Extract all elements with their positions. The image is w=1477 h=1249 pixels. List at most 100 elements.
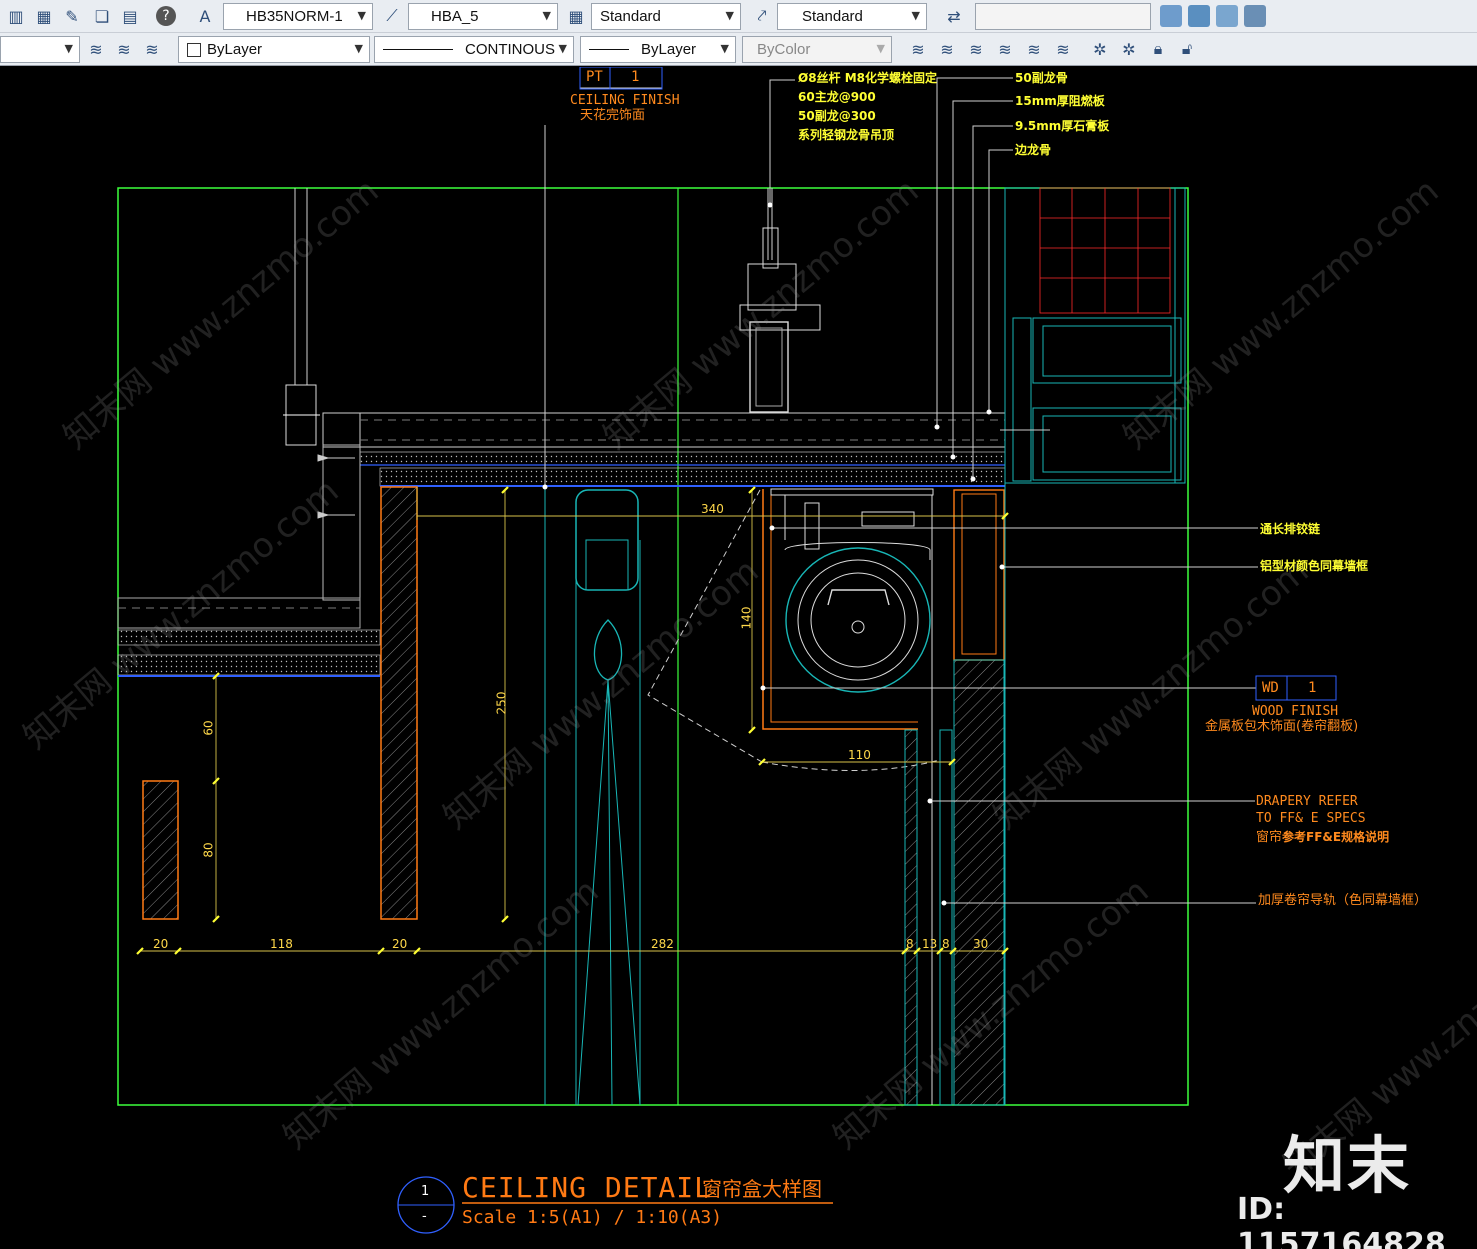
linetype-value: CONTINOUS	[465, 41, 555, 58]
plotstyle-select: ByColor ▼	[742, 36, 892, 63]
layer-lock-icon[interactable]: 🔒︎	[1146, 37, 1170, 61]
dim-13: 13	[922, 937, 938, 951]
pt-tag-en: CEILING FINISH	[570, 93, 680, 108]
dim-340: 340	[701, 502, 724, 516]
note-top-3: 50副龙@300	[798, 109, 876, 123]
lineweight-select[interactable]: ByLayer ▼	[580, 36, 736, 63]
color-swatch-icon	[187, 42, 201, 57]
layer-iso-icon[interactable]: ≋	[140, 37, 164, 61]
layer-tool-icon-2[interactable]: ≋	[935, 37, 959, 61]
linetype-select[interactable]: CONTINOUS ▼	[374, 36, 574, 63]
dim-110: 110	[848, 748, 871, 762]
drapery-line1: DRAPERY REFER	[1256, 794, 1358, 809]
dim-30: 30	[973, 937, 989, 951]
layer-previous-icon[interactable]: ≋	[112, 37, 136, 61]
chevron-down-icon: ▼	[725, 9, 734, 22]
dim-80: 80	[201, 842, 216, 858]
layer-select[interactable]: ▼	[0, 36, 80, 63]
edit-icon[interactable]: ✎	[60, 4, 84, 28]
chevron-down-icon: ▼	[354, 42, 363, 55]
layer-manager-icon[interactable]: ▥	[4, 4, 28, 28]
lineweight-preview-icon	[589, 49, 629, 50]
text-style-select[interactable]: HB35NORM-1 ▼	[223, 3, 373, 30]
wood-pelmet	[380, 486, 418, 920]
drapery-cn-bold: 参考FF&E规格说明	[1282, 830, 1390, 844]
dim-118: 118	[270, 937, 293, 951]
layer-tool-icon-6[interactable]: ≋	[1051, 37, 1075, 61]
title-num: 1	[421, 1184, 430, 1199]
note-right-top-1: 50副龙骨	[1015, 71, 1068, 85]
chevron-down-icon: ▼	[558, 42, 567, 55]
drapery-cn: 窗帘参考FF&E规格说明	[1256, 831, 1389, 844]
note-hinge: 通长排铰链	[1260, 522, 1321, 536]
dim-style-select[interactable]: HBA_5 ▼	[408, 3, 558, 30]
calculator-icon[interactable]: ▤	[118, 4, 142, 28]
properties-toolbar: ▼ ≋ ≋ ≋ ByLayer ▼ CONTINOUS ▼ ByLayer ▼ …	[0, 33, 1477, 66]
dim-250: 250	[494, 691, 509, 715]
layer-freeze-icon[interactable]: ✲	[1117, 37, 1141, 61]
view-icon-1[interactable]	[1160, 5, 1182, 27]
image-id: ID: 1157164828	[1237, 1192, 1446, 1249]
wd-tag-cn: 金属板包木饰面(卷帘翻板)	[1205, 719, 1359, 734]
layer-unlock-icon[interactable]: 🔓︎	[1175, 37, 1199, 61]
title-cn: 窗帘盒大样图	[702, 1177, 822, 1201]
dim-60: 60	[201, 720, 216, 736]
layer-state-icon[interactable]: ≋	[84, 37, 108, 61]
color-select[interactable]: ByLayer ▼	[178, 36, 370, 63]
layer-tool-icon-4[interactable]: ≋	[993, 37, 1017, 61]
layer-tool-icon-1[interactable]: ≋	[906, 37, 930, 61]
pt-tag-code: PT	[586, 69, 603, 85]
wd-tag-en: WOOD FINISH	[1252, 704, 1339, 719]
multileader-style-select[interactable]: Standard ▼	[777, 3, 927, 30]
table-style-select[interactable]: Standard ▼	[591, 3, 741, 30]
dim-282: 282	[651, 937, 674, 951]
title-sheet: -	[422, 1209, 427, 1224]
layer-match-icon[interactable]: ⇄	[942, 4, 966, 28]
chevron-down-icon: ▼	[720, 42, 729, 55]
text-style-icon[interactable]: A	[193, 4, 217, 28]
block-icon[interactable]: ▦	[32, 4, 56, 28]
drapery-cn-pre: 窗帘	[1256, 830, 1283, 845]
chevron-down-icon: ▼	[911, 9, 920, 22]
rail-note: 加厚卷帘导轨（色同幕墙框）	[1258, 893, 1428, 908]
layer-tool-icon-3[interactable]: ≋	[964, 37, 988, 61]
fire-board	[359, 451, 1006, 466]
roller-tube	[785, 547, 931, 693]
layer-off-icon[interactable]: ✲	[1088, 37, 1112, 61]
table-style-icon[interactable]: ▦	[564, 4, 588, 28]
view-icon-2[interactable]	[1188, 5, 1210, 27]
layers-copy-icon[interactable]: ❏	[90, 4, 114, 28]
lineweight-value: ByLayer	[641, 41, 697, 58]
drawing-canvas[interactable]: 知末网 www.znzmo.com 知末网 www.znzmo.com 知末网 …	[0, 67, 1477, 1249]
note-top-1: Ø8丝杆 M8化学螺栓固定	[798, 71, 938, 85]
chevron-down-icon: ▼	[542, 9, 551, 22]
dim-style-icon[interactable]: ⟋	[380, 4, 404, 28]
chevron-down-icon: ▼	[876, 42, 885, 55]
multileader-style-icon[interactable]: ⤤	[750, 4, 774, 28]
note-right-top-2: 15mm厚阻燃板	[1015, 94, 1105, 108]
view-icon-4[interactable]	[1244, 5, 1266, 27]
view-icon-3[interactable]	[1216, 5, 1238, 27]
standard-toolbar: ▥ ▦ ✎ ❏ ▤ ? A HB35NORM-1 ▼ ⟋ HBA_5 ▼ ▦ S…	[0, 0, 1477, 33]
pt-tag-num: 1	[631, 69, 640, 85]
chevron-down-icon: ▼	[64, 42, 73, 55]
title-en: CEILING DETAIL	[462, 1171, 713, 1204]
help-icon[interactable]: ?	[154, 4, 178, 28]
note-right-top-4: 边龙骨	[1015, 143, 1052, 157]
drapery-line2: TO FF& E SPECS	[1256, 811, 1366, 826]
pt-tag-cn: 天花完饰面	[580, 108, 646, 123]
wd-tag-code: WD	[1262, 680, 1279, 696]
dim-140: 140	[739, 606, 754, 630]
layer-tool-icon-5[interactable]: ≋	[1022, 37, 1046, 61]
note-top-2: 60主龙@900	[798, 90, 876, 104]
dim-style-value: HBA_5	[431, 8, 479, 25]
multileader-style-value: Standard	[802, 8, 863, 25]
color-value: ByLayer	[207, 41, 263, 58]
wood-trim	[142, 780, 179, 920]
note-right-top-3: 9.5mm厚石膏板	[1015, 119, 1110, 133]
text-style-value: HB35NORM-1	[246, 8, 343, 25]
gypsum-board	[379, 467, 1006, 487]
dim-8b: 8	[942, 937, 950, 951]
dim-20b: 20	[392, 937, 408, 951]
search-input[interactable]	[975, 3, 1151, 30]
